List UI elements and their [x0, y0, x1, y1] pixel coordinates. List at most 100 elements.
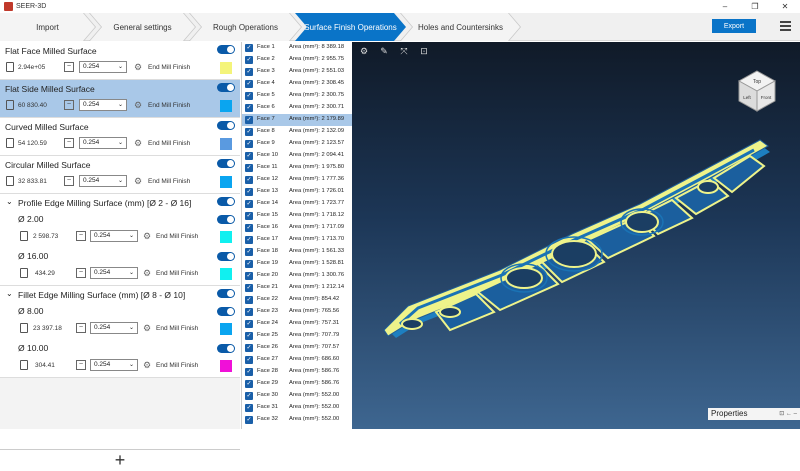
operation-circular[interactable]: Circular Milled Surface 32 833.81 ~ 0.25… — [0, 156, 240, 194]
operation-toggle[interactable] — [217, 83, 235, 92]
checkbox[interactable]: ✓ — [245, 260, 253, 268]
gear-icon[interactable]: ⚙ — [143, 323, 151, 333]
face-row[interactable]: ✓ Face 26 Area (mm²): 707.57 — [242, 342, 352, 354]
gear-icon[interactable]: ⚙ — [134, 138, 142, 148]
gear-icon[interactable]: ⚙ — [134, 100, 142, 110]
checkbox[interactable]: ✓ — [245, 284, 253, 292]
checkbox[interactable]: ✓ — [245, 248, 253, 256]
face-row[interactable]: ✓ Face 20 Area (mm²): 1 300.76 — [242, 270, 352, 282]
checkbox[interactable]: ✓ — [245, 356, 253, 364]
checkbox[interactable]: ✓ — [245, 152, 253, 160]
stepover-select[interactable]: 0.254 ⌄ — [79, 137, 127, 149]
stepover-select[interactable]: 0.254 ⌄ — [90, 230, 138, 242]
checkbox[interactable]: ✓ — [245, 200, 253, 208]
checkbox[interactable]: ✓ — [245, 380, 253, 388]
checkbox[interactable]: ✓ — [245, 224, 253, 232]
face-row[interactable]: ✓ Face 15 Area (mm²): 1 718.12 — [242, 210, 352, 222]
face-row[interactable]: ✓ Face 12 Area (mm²): 1 777.36 — [242, 174, 352, 186]
close-button[interactable]: ✕ — [770, 0, 800, 13]
gear-icon[interactable]: ⚙ — [134, 176, 142, 186]
face-row[interactable]: ✓ Face 10 Area (mm²): 2 094.41 — [242, 150, 352, 162]
checkbox[interactable]: ✓ — [245, 188, 253, 196]
face-row[interactable]: ✓ Face 22 Area (mm²): 854.42 — [242, 294, 352, 306]
checkbox[interactable]: ✓ — [245, 56, 253, 64]
checkbox[interactable]: ✓ — [245, 308, 253, 316]
face-row[interactable]: ✓ Face 18 Area (mm²): 1 561.33 — [242, 246, 352, 258]
stepover-select[interactable]: 0.254 ⌄ — [79, 175, 127, 187]
face-row[interactable]: ✓ Face 29 Area (mm²): 586.76 — [242, 378, 352, 390]
checkbox[interactable]: ✓ — [245, 140, 253, 148]
face-row[interactable]: ✓ Face 19 Area (mm²): 1 528.81 — [242, 258, 352, 270]
operation-curved[interactable]: Curved Milled Surface 54 120.59 ~ 0.254 ⌄… — [0, 118, 240, 156]
checkbox[interactable]: ✓ — [245, 44, 253, 52]
face-row[interactable]: ✓ Face 8 Area (mm²): 2 132.09 — [242, 126, 352, 138]
face-row[interactable]: ✓ Face 30 Area (mm²): 552.00 — [242, 390, 352, 402]
export-button[interactable]: Export — [712, 19, 756, 33]
stepover-select[interactable]: 0.254 ⌄ — [90, 359, 138, 371]
color-swatch[interactable] — [220, 360, 232, 372]
face-row[interactable]: ✓ Face 17 Area (mm²): 1 713.70 — [242, 234, 352, 246]
face-row[interactable]: ✓ Face 14 Area (mm²): 1 723.77 — [242, 198, 352, 210]
group-toggle[interactable] — [217, 197, 235, 206]
checkbox[interactable]: ✓ — [245, 368, 253, 376]
checkbox[interactable]: ✓ — [245, 272, 253, 280]
minimize-button[interactable]: – — [710, 0, 740, 13]
operation-toggle[interactable] — [217, 121, 235, 130]
face-row[interactable]: ✓ Face 11 Area (mm²): 1 975.80 — [242, 162, 352, 174]
gear-icon[interactable]: ⚙ — [143, 360, 151, 370]
face-row[interactable]: ✓ Face 5 Area (mm²): 2 300.75 — [242, 90, 352, 102]
tab-import[interactable]: Import — [0, 13, 95, 41]
operation-toggle[interactable] — [217, 159, 235, 168]
sub-toggle[interactable] — [217, 215, 235, 224]
face-row[interactable]: ✓ Face 3 Area (mm²): 2 551.03 — [242, 66, 352, 78]
checkbox[interactable]: ✓ — [245, 176, 253, 184]
properties-window-buttons[interactable]: ⊡ ← – — [779, 408, 797, 420]
gear-icon[interactable]: ⚙ — [134, 62, 142, 72]
face-row[interactable]: ✓ Face 28 Area (mm²): 586.76 — [242, 366, 352, 378]
checkbox[interactable]: ✓ — [245, 236, 253, 244]
checkbox[interactable]: ✓ — [245, 344, 253, 352]
checkbox[interactable]: ✓ — [245, 404, 253, 412]
sub-toggle[interactable] — [217, 307, 235, 316]
color-swatch[interactable] — [220, 268, 232, 280]
face-row[interactable]: ✓ Face 21 Area (mm²): 1 212.14 — [242, 282, 352, 294]
color-swatch[interactable] — [220, 231, 232, 243]
face-row[interactable]: ✓ Face 31 Area (mm²): 552.00 — [242, 402, 352, 414]
face-row[interactable]: ✓ Face 25 Area (mm²): 707.79 — [242, 330, 352, 342]
tab-holes-countersinks[interactable]: Holes and Countersinks — [401, 13, 520, 41]
checkbox[interactable]: ✓ — [245, 68, 253, 76]
checkbox[interactable]: ✓ — [245, 416, 253, 424]
stepover-select[interactable]: 0.254 ⌄ — [79, 99, 127, 111]
checkbox[interactable]: ✓ — [245, 164, 253, 172]
checkbox[interactable]: ✓ — [245, 320, 253, 328]
checkbox[interactable]: ✓ — [245, 92, 253, 100]
checkbox[interactable]: ✓ — [245, 116, 253, 124]
checkbox[interactable]: ✓ — [245, 392, 253, 400]
operation-flat-face[interactable]: Flat Face Milled Surface 2.94e+05 ~ 0.25… — [0, 42, 240, 80]
tab-general-settings[interactable]: General settings — [90, 13, 195, 41]
face-row[interactable]: ✓ Face 4 Area (mm²): 2 308.45 — [242, 78, 352, 90]
3d-viewport[interactable]: ⚙ ✎ ⤧ ⊡ Top Left Front Properties ⊡ ← – — [352, 42, 800, 429]
checkbox[interactable]: ✓ — [245, 128, 253, 136]
checkbox[interactable]: ✓ — [245, 104, 253, 112]
face-row[interactable]: ✓ Face 32 Area (mm²): 552.00 — [242, 414, 352, 426]
chevron-down-icon[interactable]: ⌄ — [6, 197, 13, 206]
checkbox[interactable]: ✓ — [245, 80, 253, 88]
face-row[interactable]: ✓ Face 9 Area (mm²): 2 123.57 — [242, 138, 352, 150]
checkbox[interactable]: ✓ — [245, 296, 253, 304]
color-swatch[interactable] — [220, 138, 232, 150]
stepover-select[interactable]: 0.254 ⌄ — [90, 322, 138, 334]
face-row[interactable]: ✓ Face 27 Area (mm²): 686.60 — [242, 354, 352, 366]
color-swatch[interactable] — [220, 62, 232, 74]
maximize-button[interactable]: ❐ — [740, 0, 770, 13]
face-row[interactable]: ✓ Face 2 Area (mm²): 2 955.75 — [242, 54, 352, 66]
group-toggle[interactable] — [217, 289, 235, 298]
part-model[interactable] — [352, 42, 800, 429]
menu-icon[interactable] — [780, 21, 791, 31]
face-row[interactable]: ✓ Face 16 Area (mm²): 1 717.09 — [242, 222, 352, 234]
add-operation-button[interactable]: + — [0, 449, 240, 471]
tab-surface-finish-operations[interactable]: Surface Finish Operations — [295, 13, 406, 41]
face-row[interactable]: ✓ Face 13 Area (mm²): 1 726.01 — [242, 186, 352, 198]
sub-toggle[interactable] — [217, 344, 235, 353]
color-swatch[interactable] — [220, 100, 232, 112]
